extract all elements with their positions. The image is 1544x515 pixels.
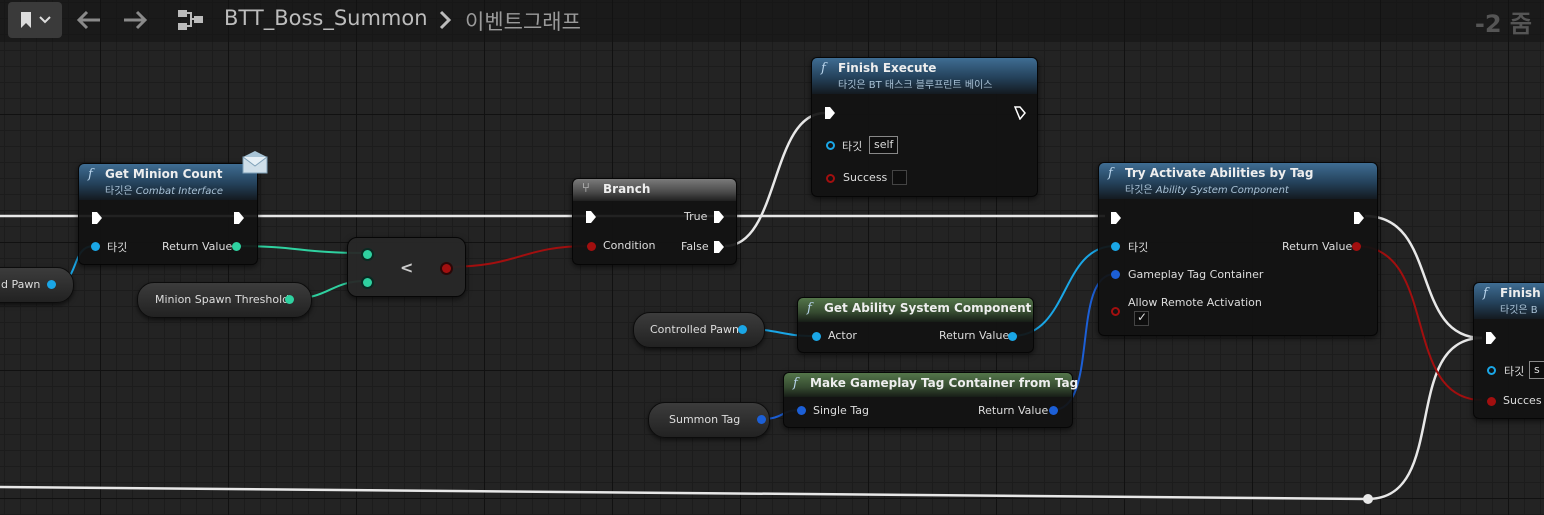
single-tag-pin[interactable] [797,406,806,415]
node-branch[interactable]: ⑂ Branch True Condition False [572,178,737,265]
node-finish-execute-right[interactable]: f Finish E 타깃은 B 타깃 s Succes [1473,282,1544,419]
zoom-level: -2 줌 [1474,10,1532,38]
node-get-ability-system-component[interactable]: f Get Ability System Component Actor Ret… [797,297,1034,353]
variable-controlled-pawn[interactable]: Controlled Pawn [633,312,765,348]
success-pin[interactable] [826,174,835,183]
return-pin[interactable] [1049,406,1058,415]
graph-icon [178,10,203,30]
target-input[interactable]: s [1529,361,1544,379]
compare-condition-wire [445,245,591,268]
reroute-knot [1363,494,1373,504]
output-pin[interactable] [757,415,766,424]
exec-wire-false-finish [724,111,826,248]
function-icon: f [88,167,93,182]
node-header: f Make Gameplay Tag Container from Tag [784,373,1078,397]
allow-remote-label: Allow Remote Activation [1128,296,1262,309]
input-b-pin[interactable] [363,278,372,287]
exec-out-pin[interactable] [1014,106,1026,120]
return-label: Return Value [939,329,1010,342]
target-pin[interactable] [91,242,100,251]
bookmark-button[interactable] [8,2,62,38]
condition-label: Condition [603,239,656,252]
allow-remote-pin[interactable] [1111,307,1120,316]
single-tag-label: Single Tag [813,404,869,417]
return-label: Return Value [1282,240,1353,253]
function-icon: f [793,376,798,391]
node-header: f Finish Execute 타깃은 BT 태스크 블루프린트 베이스 [812,58,1037,94]
node-header: ⑂ Branch [573,179,736,201]
exec-false-pin[interactable] [713,240,725,254]
exec-in-pin[interactable] [1110,211,1122,225]
node-get-minion-count[interactable]: f Get Minion Count 타깃은 Combat Interface … [78,163,258,265]
node-finish-execute[interactable]: f Finish Execute 타깃은 BT 태스크 블루프린트 베이스 타깃… [811,57,1038,197]
return-label: Return Value [162,240,233,253]
output-pin[interactable] [285,295,294,304]
tag-container-pin[interactable] [1111,270,1120,279]
exec-in-pin[interactable] [585,210,597,224]
variable-summon-tag[interactable]: Summon Tag [648,402,770,438]
actor-pin[interactable] [812,332,821,341]
target-label: 타깃 [1504,365,1525,378]
exec-in-pin[interactable] [824,106,836,120]
exec-in-pin[interactable] [91,211,103,225]
exec-out-pin[interactable] [233,211,245,225]
input-a-pin[interactable] [363,250,372,259]
exec-in-pin[interactable] [1485,331,1497,345]
success-checkbox[interactable] [892,170,907,185]
success-label: Succes [1503,394,1542,407]
output-pin[interactable] [47,280,56,289]
branch-icon: ⑂ [582,181,590,196]
arrow-right-icon[interactable] [122,10,148,30]
target-input[interactable]: self [869,136,899,154]
node-less-than[interactable]: < [347,237,466,297]
target-pin[interactable] [1111,242,1120,251]
variable-minion-spawn-threshold[interactable]: Minion Spawn Threshold [137,282,312,318]
return-pin[interactable] [1008,332,1017,341]
target-label: 타깃 [842,140,863,153]
bookmark-icon [21,12,31,28]
node-try-activate-abilities-by-tag[interactable]: f Try Activate Abilities by Tag 타깃은 Abil… [1098,162,1378,336]
arrow-left-icon[interactable] [76,10,102,30]
allow-remote-checkbox[interactable]: ✓ [1134,310,1149,326]
node-make-gameplay-tag-container[interactable]: f Make Gameplay Tag Container from Tag S… [783,372,1078,428]
tag-container-label: Gameplay Tag Container [1128,268,1264,281]
node-header: f Get Ability System Component [798,298,1033,322]
return-pin[interactable] [1352,242,1361,251]
breadcrumb-subgraph[interactable]: 이벤트그래프 [465,6,581,36]
true-label: True [684,210,708,223]
envelope-icon [242,151,268,174]
chevron-down-icon [39,16,51,24]
actor-label: Actor [828,329,857,342]
function-icon: f [1108,166,1113,181]
return-label: Return Value [978,404,1049,417]
node-header: f Get Minion Count 타깃은 Combat Interface [79,164,257,200]
chevron-right-icon [439,10,452,30]
success-pin[interactable] [1487,397,1496,406]
breadcrumb-title[interactable]: BTT_Boss_Summon [224,6,428,30]
target-label: 타깃 [107,241,128,254]
result-pin[interactable] [442,264,451,273]
target-label: 타깃 [1128,241,1149,254]
node-header: f Try Activate Abilities by Tag 타깃은 Abil… [1099,163,1377,199]
exec-true-pin[interactable] [713,210,725,224]
node-header: f Finish E 타깃은 B [1474,283,1544,319]
function-icon: f [1483,286,1488,301]
exec-out-pin[interactable] [1353,211,1365,225]
function-icon: f [807,301,812,316]
target-pin[interactable] [1487,366,1496,375]
variable-controlled-pawn-left[interactable]: d Pawn [0,267,74,303]
exec-wire-try-finish [1364,214,1483,340]
success-label: Success [843,171,888,184]
target-pin[interactable] [826,141,835,150]
return-pin[interactable] [232,242,241,251]
false-label: False [681,240,709,253]
function-icon: f [821,61,826,76]
operator-label: < [400,258,414,277]
output-pin[interactable] [738,325,747,334]
condition-pin[interactable] [587,242,596,251]
check-icon: ✓ [1137,310,1148,324]
